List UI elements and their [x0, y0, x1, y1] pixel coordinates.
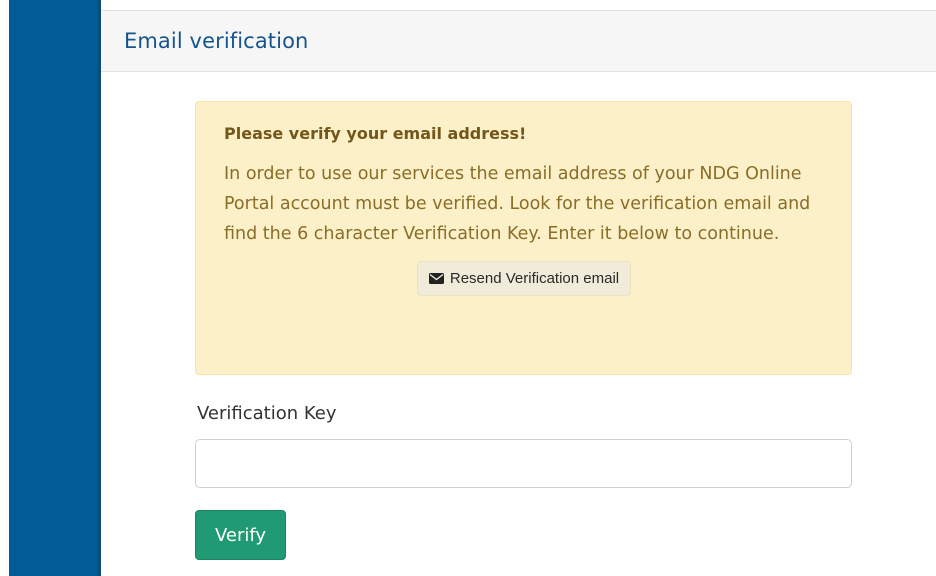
alert-heading: Please verify your email address! [224, 124, 527, 143]
alert-message: In order to use our services the email a… [224, 164, 811, 244]
verify-button[interactable]: Verify [195, 510, 286, 560]
panel-header: Email verification [101, 10, 936, 72]
verification-key-label: Verification Key [197, 403, 337, 424]
envelope-icon [428, 273, 444, 284]
page-title: Email verification [124, 29, 309, 53]
verification-alert: Please verify your email address! In ord… [195, 101, 852, 375]
resend-button-label: Resend Verification email [449, 270, 620, 287]
verification-key-input[interactable] [195, 439, 852, 488]
resend-verification-button[interactable]: Resend Verification email [416, 261, 632, 296]
verification-panel: Email verification Please verify your em… [101, 10, 936, 576]
resend-wrapper: Resend Verification email [224, 261, 824, 296]
sidebar [9, 0, 98, 576]
